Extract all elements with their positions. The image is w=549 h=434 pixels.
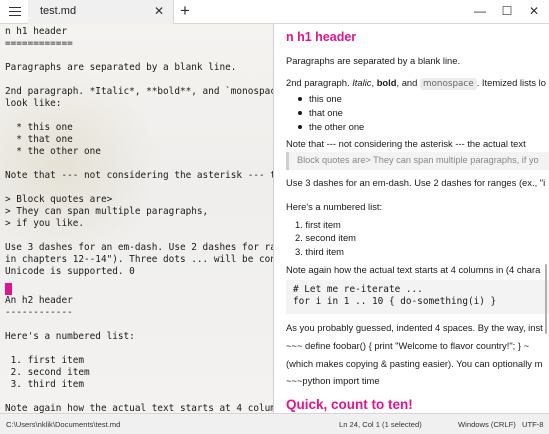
bullet-item: that one [298, 107, 343, 119]
preview-scrollbar[interactable] [545, 264, 547, 334]
preview-python-line: ~~~python import time [286, 375, 380, 386]
bullet-dot-icon [298, 96, 302, 101]
blockquote-text: Block quotes are> They can span multiple… [297, 155, 539, 165]
editor-text-block-2[interactable]: An h2 header ------------ Here's a numbe… [5, 295, 273, 413]
preview-guessed-paragraph: As you probably guessed, indented 4 spac… [286, 322, 543, 333]
preview-code-block: # Let me re-iterate ... for i in 1 .. 10… [286, 280, 549, 314]
preview-blockquote: Block quotes are> They can span multiple… [286, 152, 549, 170]
bullet-label: this one [309, 93, 342, 104]
preview-copying-line: (which makes copying & pasting easier). … [286, 358, 543, 369]
bullet-item: the other one [298, 121, 364, 133]
preview-paragraph-1: Paragraphs are separated by a blank line… [286, 55, 461, 66]
preview-foobar-line: ~~~ define foobar() { print "Welcome to … [286, 340, 530, 351]
tab-close-icon[interactable]: ✕ [154, 4, 164, 18]
preview-note-1: Note that --- not considering the asteri… [286, 138, 526, 149]
title-bar: test.md ✕ + — ☐ ✕ [0, 0, 549, 24]
preview-h1: n h1 header [286, 30, 357, 44]
p2-sep2: , and [396, 77, 420, 88]
bullet-label: that one [309, 107, 343, 118]
p2-italic: Italic [352, 77, 372, 88]
numbered-item: 2. second item [295, 232, 356, 243]
status-encoding[interactable]: UTF-8 [522, 420, 544, 429]
maximize-icon[interactable]: ☐ [497, 3, 517, 19]
numbered-item: 3. third item [295, 246, 344, 257]
status-bar: C:\Users\nklik\Documents\test.md Ln 24, … [0, 413, 549, 434]
hamburger-menu-icon[interactable] [4, 2, 26, 21]
bullet-label: the other one [309, 121, 365, 132]
status-cursor-position[interactable]: Ln 24, Col 1 (1 selected) [339, 420, 422, 429]
preview-dashes-paragraph: Use 3 dashes for an em-dash. Use 2 dashe… [286, 177, 546, 188]
p2-bold: bold [376, 77, 397, 88]
new-tab-plus-icon[interactable]: + [180, 2, 190, 20]
bullet-dot-icon [298, 124, 302, 129]
markdown-editor[interactable]: n h1 header ============ Paragraphs are … [0, 24, 273, 413]
p2-monospace-chip: monospace [419, 78, 477, 90]
tab-test-md[interactable]: test.md ✕ [28, 0, 174, 24]
minimize-icon[interactable]: — [470, 3, 490, 19]
p2-text-post: . Itemized lists lo [476, 77, 546, 88]
text-cursor [5, 283, 12, 295]
code-block-text: # Let me re-iterate ... for i in 1 .. 10… [293, 284, 497, 307]
window-close-icon[interactable]: ✕ [524, 3, 544, 19]
markdown-preview: n h1 header Paragraphs are separated by … [274, 24, 549, 413]
p2-text-pre: 2nd paragraph. [286, 77, 353, 88]
tab-title: test.md [40, 5, 77, 17]
status-line-ending[interactable]: Windows (CRLF) [458, 420, 516, 429]
bullet-item: this one [298, 93, 342, 105]
preview-paragraph-2: 2nd paragraph. Italic, bold, and monospa… [286, 77, 546, 90]
preview-note-2: Note again how the actual text starts at… [286, 264, 541, 275]
bullet-dot-icon [298, 110, 302, 115]
preview-h1-quick-count: Quick, count to ten! [286, 397, 413, 412]
status-file-path: C:\Users\nklik\Documents\test.md [6, 420, 121, 429]
preview-numbered-intro: Here's a numbered list: [286, 201, 383, 212]
editor-text-block-1[interactable]: n h1 header ============ Paragraphs are … [5, 26, 273, 278]
numbered-item: 1. first item [295, 219, 341, 230]
